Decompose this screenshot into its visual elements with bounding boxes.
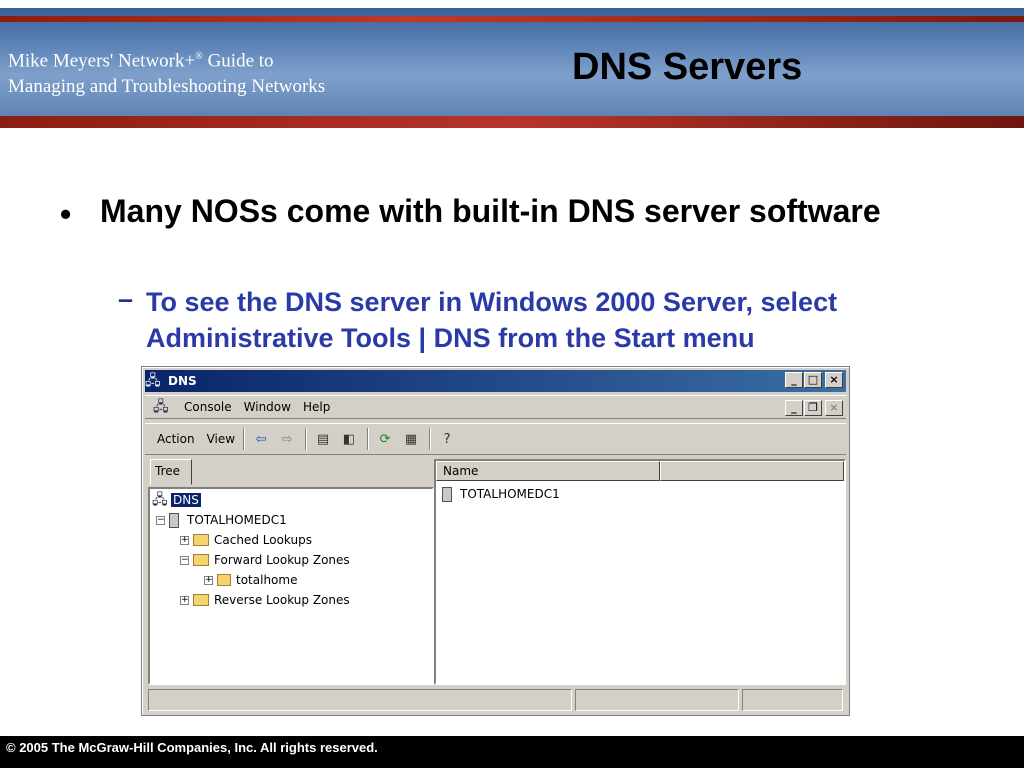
bullet-marker: • — [60, 196, 72, 232]
dns-icon: 🖧 — [152, 492, 168, 508]
expand-icon[interactable]: + — [204, 575, 213, 585]
slide-footer: © 2005 The McGraw-Hill Companies, Inc. A… — [0, 736, 1024, 768]
tree-label-zone: totalhome — [236, 573, 298, 587]
tree-label-dns: DNS — [171, 493, 201, 507]
copyright-text: © 2005 The McGraw-Hill Companies, Inc. A… — [6, 740, 378, 755]
collapse-icon[interactable]: − — [156, 515, 165, 525]
book-title-line2: Managing and Troubleshooting Networks — [8, 76, 326, 98]
status-bar — [148, 689, 846, 711]
tree-label-reverse: Reverse Lookup Zones — [214, 593, 350, 607]
folder-icon — [193, 594, 209, 606]
maximize-button[interactable]: □ — [804, 372, 822, 388]
dns-icon: 🖧 — [145, 373, 161, 389]
tree-label-server: TOTALHOMEDC1 — [187, 513, 287, 527]
child-restore-button[interactable]: ❐ — [804, 400, 822, 416]
help-icon[interactable]: ? — [437, 430, 457, 448]
menu-console[interactable]: Console — [184, 400, 232, 414]
folder-icon — [193, 534, 209, 546]
toolbar-separator — [429, 428, 432, 450]
up-folder-icon[interactable]: ▤ — [313, 430, 333, 448]
toolbar: Action View ⇦ ⇨ ▤ ◧ ⟳ ▦ ? — [145, 423, 846, 455]
toolbar-separator — [367, 428, 370, 450]
tree-item-totalhome[interactable]: + totalhome — [204, 571, 297, 589]
folder-icon — [193, 554, 209, 566]
refresh-icon[interactable]: ⟳ — [375, 430, 395, 448]
status-cell — [148, 689, 572, 711]
column-header-name[interactable]: Name — [436, 461, 660, 481]
tree-pane: 🖧 DNS − TOTALHOMEDC1 + Cached Lookups − … — [148, 487, 434, 685]
expand-icon[interactable]: + — [180, 535, 189, 545]
tree-item-dns[interactable]: 🖧 DNS — [152, 491, 201, 509]
book-title: Mike Meyers' Network+® Guide to Managing… — [8, 44, 325, 100]
window-title: DNS — [168, 374, 197, 388]
slide-header-banner: Mike Meyers' Network+® Guide to Managing… — [0, 8, 1024, 128]
action-menu[interactable]: Action — [157, 432, 195, 446]
back-arrow-icon[interactable]: ⇦ — [251, 430, 271, 448]
banner-bottom-stripe — [0, 116, 1024, 128]
toolbar-separator — [305, 428, 308, 450]
tree-item-reverse-lookup-zones[interactable]: + Reverse Lookup Zones — [180, 591, 350, 609]
list-header: Name — [436, 461, 844, 481]
tree-label-cached: Cached Lookups — [214, 533, 312, 547]
book-title-line1-suffix: Guide to — [202, 50, 274, 72]
menu-help[interactable]: Help — [303, 400, 330, 414]
show-hide-tree-icon[interactable]: ◧ — [339, 430, 359, 448]
child-minimize-button[interactable]: _ — [785, 400, 803, 416]
console-icon: 🖧 — [153, 399, 169, 415]
sub-bullet-text: To see the DNS server in Windows 2000 Se… — [146, 287, 838, 353]
forward-arrow-icon[interactable]: ⇨ — [277, 430, 297, 448]
column-header-blank[interactable] — [660, 461, 844, 481]
server-icon — [169, 512, 179, 528]
collapse-icon[interactable]: − — [180, 555, 189, 565]
menu-window[interactable]: Window — [244, 400, 291, 414]
list-item-label: TOTALHOMEDC1 — [460, 487, 560, 501]
tree-item-cached-lookups[interactable]: + Cached Lookups — [180, 531, 312, 549]
expand-icon[interactable]: + — [180, 595, 189, 605]
tab-tree[interactable]: Tree — [150, 459, 192, 485]
status-cell — [575, 689, 739, 711]
menu-bar: 🖧 Console Window Help _ ❐ × — [145, 395, 846, 419]
dns-window: 🖧 DNS _ □ × 🖧 Console Window Help _ ❐ × … — [141, 366, 850, 716]
view-menu[interactable]: View — [207, 432, 235, 446]
tree-item-forward-lookup-zones[interactable]: − Forward Lookup Zones — [180, 551, 350, 569]
minimize-button[interactable]: _ — [785, 372, 803, 388]
list-item[interactable]: TOTALHOMEDC1 — [442, 485, 560, 503]
banner-red-stripe — [0, 16, 1024, 22]
child-close-button[interactable]: × — [825, 400, 843, 416]
book-title-line1: Mike Meyers' Network+ — [8, 50, 196, 72]
server-icon — [442, 486, 452, 502]
sub-bullet-marker: – — [118, 284, 134, 314]
export-list-icon[interactable]: ▦ — [401, 430, 421, 448]
close-button[interactable]: × — [825, 372, 843, 388]
window-titlebar[interactable]: 🖧 DNS _ □ × — [145, 370, 846, 392]
tree-item-server[interactable]: − TOTALHOMEDC1 — [156, 511, 287, 529]
status-cell — [742, 689, 843, 711]
toolbar-separator — [243, 428, 246, 450]
registered-mark: ® — [195, 51, 203, 62]
zone-icon — [217, 574, 231, 586]
slide-title: DNS Servers — [572, 46, 803, 88]
list-pane: Name TOTALHOMEDC1 — [434, 459, 846, 685]
bullet-main-text: Many NOSs come with built-in DNS server … — [100, 193, 881, 229]
tree-label-forward: Forward Lookup Zones — [214, 553, 350, 567]
